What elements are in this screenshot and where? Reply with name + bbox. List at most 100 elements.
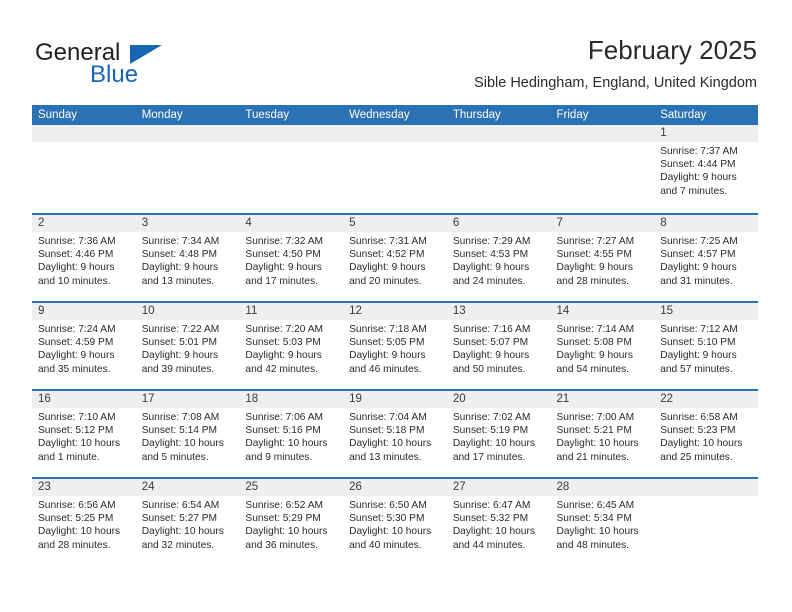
sunrise-text: Sunrise: 7:36 AM bbox=[38, 236, 116, 247]
day-cell[interactable]: 20 Sunrise: 7:02 AM Sunset: 5:19 PM Dayligh… bbox=[446, 391, 551, 477]
daylight-text-line2: and 24 minutes. bbox=[452, 275, 526, 287]
day-cell[interactable]: 24 Sunrise: 6:54 AM Sunset: 5:27 PM Dayligh… bbox=[135, 479, 240, 565]
daylight-text-line2: and 13 minutes. bbox=[141, 275, 215, 287]
sunrise-text: Sunrise: 7:37 AM bbox=[660, 146, 738, 157]
weekday-header-wednesday: Wednesday bbox=[349, 109, 410, 121]
sun-info: Sunrise: 7:10 AM Sunset: 5:12 PM Daylight:… bbox=[32, 408, 136, 464]
sun-info: Sunrise: 7:29 AM Sunset: 4:53 PM Daylight:… bbox=[447, 232, 551, 288]
sunrise-text: Sunrise: 6:50 AM bbox=[349, 500, 427, 511]
sunrise-text: Sunrise: 7:31 AM bbox=[349, 236, 427, 247]
daylight-text-line2: and 39 minutes. bbox=[141, 363, 215, 375]
daylight-text-line1: Daylight: 10 hours bbox=[660, 438, 743, 450]
sunset-text: Sunset: 4:52 PM bbox=[349, 249, 425, 261]
day-cell[interactable]: 12 Sunrise: 7:18 AM Sunset: 5:05 PM Dayligh… bbox=[343, 303, 447, 389]
day-cell-empty bbox=[135, 125, 240, 213]
day-cell[interactable]: 3 Sunrise: 7:34 AM Sunset: 4:48 PM Daylight… bbox=[135, 215, 240, 301]
day-number: 10 bbox=[135, 303, 240, 320]
sun-info: Sunrise: 7:02 AM Sunset: 5:19 PM Daylight:… bbox=[447, 408, 551, 464]
day-number: 21 bbox=[550, 391, 655, 408]
daylight-text-line2: and 48 minutes. bbox=[556, 539, 630, 551]
day-number bbox=[135, 125, 240, 142]
daylight-text-line1: Daylight: 9 hours bbox=[349, 350, 426, 362]
day-cell[interactable]: 8 Sunrise: 7:25 AM Sunset: 4:57 PM Daylight… bbox=[654, 215, 758, 301]
logo-top-row: General bbox=[35, 40, 265, 66]
daylight-text-line2: and 32 minutes. bbox=[141, 539, 215, 551]
day-cell[interactable]: 14 Sunrise: 7:14 AM Sunset: 5:08 PM Dayligh… bbox=[550, 303, 655, 389]
sunset-text: Sunset: 5:08 PM bbox=[556, 337, 632, 349]
day-cell[interactable]: 5 Sunrise: 7:31 AM Sunset: 4:52 PM Daylight… bbox=[343, 215, 447, 301]
day-cell[interactable]: 6 Sunrise: 7:29 AM Sunset: 4:53 PM Daylight… bbox=[446, 215, 551, 301]
day-number: 18 bbox=[239, 391, 344, 408]
daylight-text-line2: and 54 minutes. bbox=[556, 363, 630, 375]
day-cell[interactable]: 25 Sunrise: 6:52 AM Sunset: 5:29 PM Dayligh… bbox=[239, 479, 344, 565]
daylight-text-line1: Daylight: 9 hours bbox=[141, 262, 219, 274]
day-cell[interactable]: 27 Sunrise: 6:47 AM Sunset: 5:32 PM Dayligh… bbox=[446, 479, 551, 565]
sunrise-text: Sunrise: 7:22 AM bbox=[141, 324, 220, 335]
week-row: 9 Sunrise: 7:24 AM Sunset: 4:59 PM Daylight… bbox=[32, 301, 758, 389]
day-number: 17 bbox=[135, 391, 240, 408]
location-subtitle: Sible Hedingham, England, United Kingdom bbox=[474, 75, 757, 91]
day-cell[interactable]: 1 Sunrise: 7:37 AM Sunset: 4:44 PM Daylight… bbox=[654, 125, 758, 213]
sun-info: Sunrise: 7:04 AM Sunset: 5:18 PM Daylight:… bbox=[343, 408, 447, 464]
day-cell[interactable]: 19 Sunrise: 7:04 AM Sunset: 5:18 PM Dayligh… bbox=[343, 391, 447, 477]
daylight-text-line1: Daylight: 9 hours bbox=[660, 172, 737, 184]
day-cell[interactable]: 28 Sunrise: 6:45 AM Sunset: 5:34 PM Dayligh… bbox=[550, 479, 655, 565]
day-cell[interactable]: 13 Sunrise: 7:16 AM Sunset: 5:07 PM Dayligh… bbox=[446, 303, 551, 389]
day-cell[interactable]: 18 Sunrise: 7:06 AM Sunset: 5:16 PM Dayligh… bbox=[239, 391, 344, 477]
day-number: 14 bbox=[550, 303, 655, 320]
day-cell[interactable]: 11 Sunrise: 7:20 AM Sunset: 5:03 PM Dayligh… bbox=[239, 303, 344, 389]
sunrise-text: Sunrise: 7:02 AM bbox=[452, 412, 531, 423]
day-number: 28 bbox=[550, 479, 655, 496]
daylight-text-line2: and 20 minutes. bbox=[349, 275, 422, 287]
day-cell[interactable]: 7 Sunrise: 7:27 AM Sunset: 4:55 PM Daylight… bbox=[550, 215, 655, 301]
sunset-text: Sunset: 5:21 PM bbox=[556, 425, 632, 437]
weekday-header-saturday: Saturday bbox=[660, 109, 707, 121]
sunrise-text: Sunrise: 7:06 AM bbox=[245, 412, 323, 423]
sunset-text: Sunset: 5:30 PM bbox=[349, 513, 425, 525]
day-cell[interactable]: 16 Sunrise: 7:10 AM Sunset: 5:12 PM Dayligh… bbox=[32, 391, 136, 477]
day-cell[interactable]: 9 Sunrise: 7:24 AM Sunset: 4:59 PM Daylight… bbox=[32, 303, 136, 389]
day-cell-empty bbox=[446, 125, 551, 213]
day-cell[interactable]: 4 Sunrise: 7:32 AM Sunset: 4:50 PM Daylight… bbox=[239, 215, 344, 301]
sunset-text: Sunset: 5:14 PM bbox=[141, 425, 218, 437]
sunset-text: Sunset: 4:50 PM bbox=[245, 249, 321, 261]
day-cell[interactable]: 10 Sunrise: 7:22 AM Sunset: 5:01 PM Dayligh… bbox=[135, 303, 240, 389]
sunset-text: Sunset: 4:55 PM bbox=[556, 249, 632, 261]
day-number bbox=[32, 125, 136, 142]
day-cell[interactable]: 17 Sunrise: 7:08 AM Sunset: 5:14 PM Dayligh… bbox=[135, 391, 240, 477]
page-title: February 2025 bbox=[587, 35, 757, 65]
weekday-header-row: Sunday Monday Tuesday Wednesday Thursday… bbox=[32, 105, 758, 125]
daylight-text-line1: Daylight: 10 hours bbox=[452, 526, 535, 538]
weekday-header-sunday: Sunday bbox=[38, 109, 78, 121]
daylight-text-line2: and 42 minutes. bbox=[245, 363, 318, 375]
sunrise-text: Sunrise: 7:24 AM bbox=[38, 324, 116, 335]
sun-info: Sunrise: 7:06 AM Sunset: 5:16 PM Daylight:… bbox=[239, 408, 343, 464]
sunset-text: Sunset: 5:07 PM bbox=[452, 337, 529, 349]
day-cell[interactable]: 23 Sunrise: 6:56 AM Sunset: 5:25 PM Dayligh… bbox=[32, 479, 136, 565]
sunset-text: Sunset: 5:29 PM bbox=[245, 513, 321, 525]
sun-info: Sunrise: 7:08 AM Sunset: 5:14 PM Daylight:… bbox=[136, 408, 240, 464]
sunrise-text: Sunrise: 7:32 AM bbox=[245, 236, 323, 247]
sunrise-text: Sunrise: 6:56 AM bbox=[38, 500, 116, 511]
sun-info: Sunrise: 7:16 AM Sunset: 5:07 PM Daylight:… bbox=[447, 320, 551, 376]
week-row: 2 Sunrise: 7:36 AM Sunset: 4:46 PM Daylight… bbox=[32, 213, 758, 301]
day-cell[interactable]: 2 Sunrise: 7:36 AM Sunset: 4:46 PM Daylight… bbox=[32, 215, 136, 301]
day-number: 9 bbox=[32, 303, 136, 320]
sun-info: Sunrise: 7:31 AM Sunset: 4:52 PM Daylight:… bbox=[343, 232, 447, 288]
daylight-text-line1: Daylight: 9 hours bbox=[660, 262, 737, 274]
day-cell[interactable]: 21 Sunrise: 7:00 AM Sunset: 5:21 PM Dayligh… bbox=[550, 391, 655, 477]
daylight-text-line1: Daylight: 10 hours bbox=[556, 526, 639, 538]
sun-info: Sunrise: 6:52 AM Sunset: 5:29 PM Daylight:… bbox=[239, 496, 343, 552]
sun-info: Sunrise: 7:20 AM Sunset: 5:03 PM Daylight:… bbox=[239, 320, 343, 376]
sunrise-text: Sunrise: 7:18 AM bbox=[349, 324, 427, 335]
sunset-text: Sunset: 5:23 PM bbox=[660, 425, 736, 437]
day-number: 3 bbox=[135, 215, 240, 232]
daylight-text-line2: and 17 minutes. bbox=[245, 275, 318, 287]
day-cell[interactable]: 26 Sunrise: 6:50 AM Sunset: 5:30 PM Dayligh… bbox=[343, 479, 447, 565]
sunrise-text: Sunrise: 7:27 AM bbox=[556, 236, 635, 247]
sunset-text: Sunset: 5:12 PM bbox=[38, 425, 114, 437]
day-number: 13 bbox=[446, 303, 551, 320]
daylight-text-line2: and 25 minutes. bbox=[660, 451, 733, 463]
day-cell[interactable]: 22 Sunrise: 6:58 AM Sunset: 5:23 PM Dayligh… bbox=[654, 391, 758, 477]
day-cell[interactable]: 15 Sunrise: 7:12 AM Sunset: 5:10 PM Dayligh… bbox=[654, 303, 758, 389]
